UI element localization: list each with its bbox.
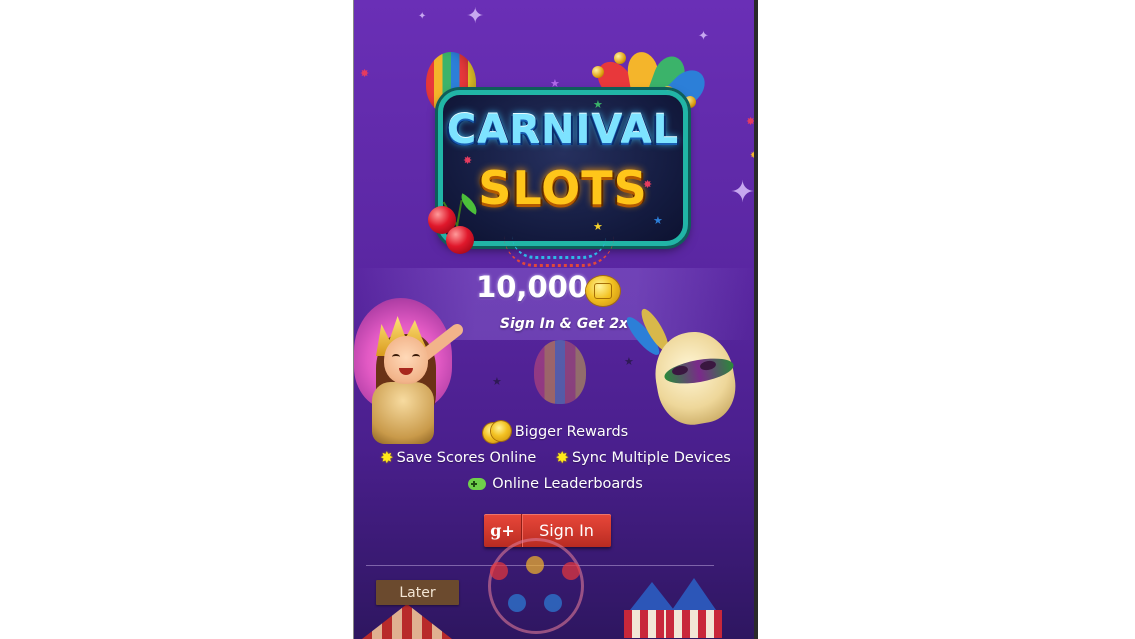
sparkle-icon: ✦ <box>466 4 485 29</box>
star-icon: ✸ <box>380 448 394 467</box>
confetti-icon: ★ <box>550 77 560 90</box>
coin-icon <box>586 276 620 306</box>
ferris-wheel-car <box>526 556 544 574</box>
feature-sync-devices-label: Sync Multiple Devices <box>571 449 731 466</box>
game-screen: ✦ ✦ ✦ ✦ ✸ ✸ ✸ ★ ★ ★ CARNIVAL SLOTS ✸ ★ <box>354 0 757 639</box>
feature-save-scores-label: Save Scores Online <box>396 449 537 466</box>
feature-bigger-rewards: Bigger Rewards <box>354 420 757 448</box>
star-icon: ✸ <box>555 448 569 467</box>
page: ✦ ✦ ✦ ✦ ✸ ✸ ✸ ★ ★ ★ CARNIVAL SLOTS ✸ ★ <box>0 0 1135 639</box>
game-logo: CARNIVAL SLOTS ✸ ★ ✸ ★ ★ <box>438 90 688 246</box>
confetti-icon: ✸ <box>360 67 370 80</box>
circus-tent-illustration <box>362 604 452 639</box>
feature-row-scores-sync: ✸ Save Scores Online ✸ Sync Multiple Dev… <box>354 448 757 467</box>
feature-bigger-rewards-label: Bigger Rewards <box>514 424 629 440</box>
ferris-wheel-car <box>490 562 508 580</box>
later-button[interactable]: Later <box>376 580 459 605</box>
frame-edge <box>754 0 757 639</box>
coin-icon <box>482 420 511 444</box>
feature-leaderboards: Online Leaderboards <box>354 476 757 494</box>
sparkle-icon: ✦ <box>698 29 709 44</box>
ferris-wheel-illustration <box>488 538 584 634</box>
sparkle-icon: ✦ <box>730 175 756 210</box>
ferris-wheel-car <box>508 594 526 612</box>
hot-air-balloon-icon <box>534 340 586 404</box>
ferris-wheel-car <box>544 594 562 612</box>
bead-necklace <box>512 236 606 259</box>
sparkle-icon: ✦ <box>418 11 427 22</box>
confetti-icon: ★ <box>492 375 502 388</box>
bonus-amount: 10,000 <box>476 270 588 304</box>
confetti-icon: ★ <box>624 355 634 368</box>
gamepad-icon <box>468 478 487 490</box>
logo-title-carnival: CARNIVAL <box>446 107 680 153</box>
ferris-wheel-car <box>562 562 580 580</box>
feature-leaderboards-label: Online Leaderboards <box>492 476 643 492</box>
